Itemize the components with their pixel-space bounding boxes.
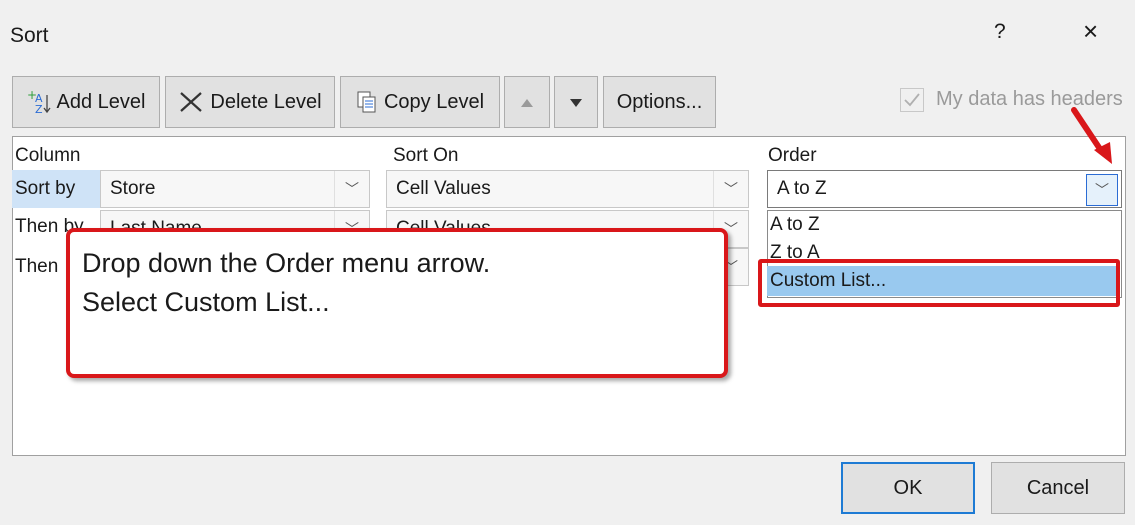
sort-on-header: Sort On: [393, 145, 459, 166]
headers-checkbox[interactable]: [900, 88, 924, 112]
row-label: Then: [15, 256, 59, 277]
row-label: Sort by: [15, 178, 76, 199]
callout-line-2: Select Custom List...: [82, 287, 330, 317]
dropdown-item-a-to-z[interactable]: A to Z: [770, 214, 820, 236]
chevron-down-icon[interactable]: ﹀: [1086, 174, 1118, 206]
callout-line-1: Drop down the Order menu arrow.: [82, 248, 491, 278]
add-level-label: Add Level: [56, 90, 146, 113]
move-up-button[interactable]: [504, 76, 550, 128]
chevron-down-icon[interactable]: ﹀: [334, 171, 369, 207]
options-label: Options...: [616, 90, 703, 113]
chevron-down-icon[interactable]: ﹀: [713, 171, 748, 207]
help-button[interactable]: ?: [994, 20, 1006, 44]
delete-level-button[interactable]: Delete Level: [165, 76, 335, 128]
svg-text:Z: Z: [35, 103, 43, 115]
dialog-title: Sort: [10, 24, 49, 47]
add-level-icon: + A Z: [27, 89, 51, 115]
sort-by-column-select[interactable]: Store ﹀: [100, 170, 370, 208]
sort-by-column-value: Store: [110, 178, 156, 199]
copy-icon: [356, 90, 378, 114]
add-level-button[interactable]: + A Z Add Level: [12, 76, 160, 128]
sort-by-order-value: A to Z: [777, 178, 827, 199]
sort-by-sort-on-select[interactable]: Cell Values ﹀: [386, 170, 749, 208]
checkmark-icon: [904, 93, 920, 107]
delete-icon: [178, 91, 204, 113]
triangle-down-icon: [569, 91, 583, 114]
copy-level-label: Copy Level: [383, 90, 485, 113]
annotation-highlight-box: [758, 259, 1120, 307]
options-button[interactable]: Options...: [603, 76, 716, 128]
close-button[interactable]: ×: [1083, 16, 1098, 47]
annotation-arrow-icon: [1071, 107, 1112, 164]
move-down-button[interactable]: [554, 76, 598, 128]
order-header: Order: [768, 145, 817, 166]
ok-button[interactable]: OK: [841, 462, 975, 514]
sort-by-sort-on-value: Cell Values: [396, 178, 491, 199]
sort-by-order-select[interactable]: A to Z ﹀: [767, 170, 1122, 208]
column-header: Column: [15, 145, 81, 166]
delete-level-label: Delete Level: [210, 90, 322, 113]
cancel-button[interactable]: Cancel: [991, 462, 1125, 514]
triangle-up-icon: [520, 91, 534, 114]
instruction-callout: Drop down the Order menu arrow. Select C…: [66, 228, 728, 378]
copy-level-button[interactable]: Copy Level: [340, 76, 500, 128]
